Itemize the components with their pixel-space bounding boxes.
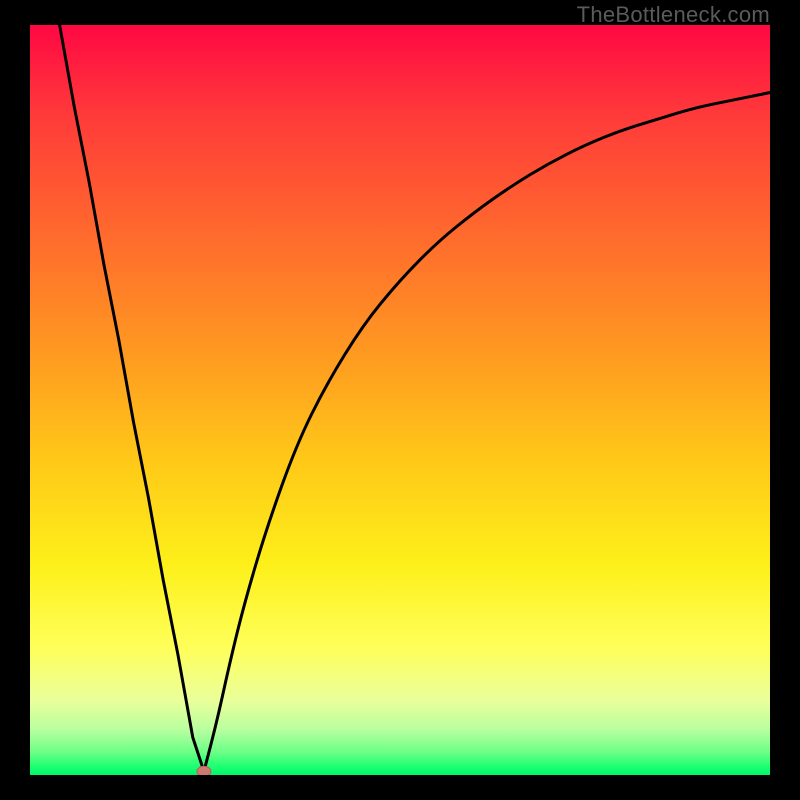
- curve-right-branch: [204, 93, 770, 772]
- curve-svg: [30, 25, 770, 775]
- curve-left-branch: [60, 25, 204, 771]
- optimal-marker: [197, 766, 211, 775]
- plot-area: [30, 25, 770, 775]
- chart-frame: TheBottleneck.com: [0, 0, 800, 800]
